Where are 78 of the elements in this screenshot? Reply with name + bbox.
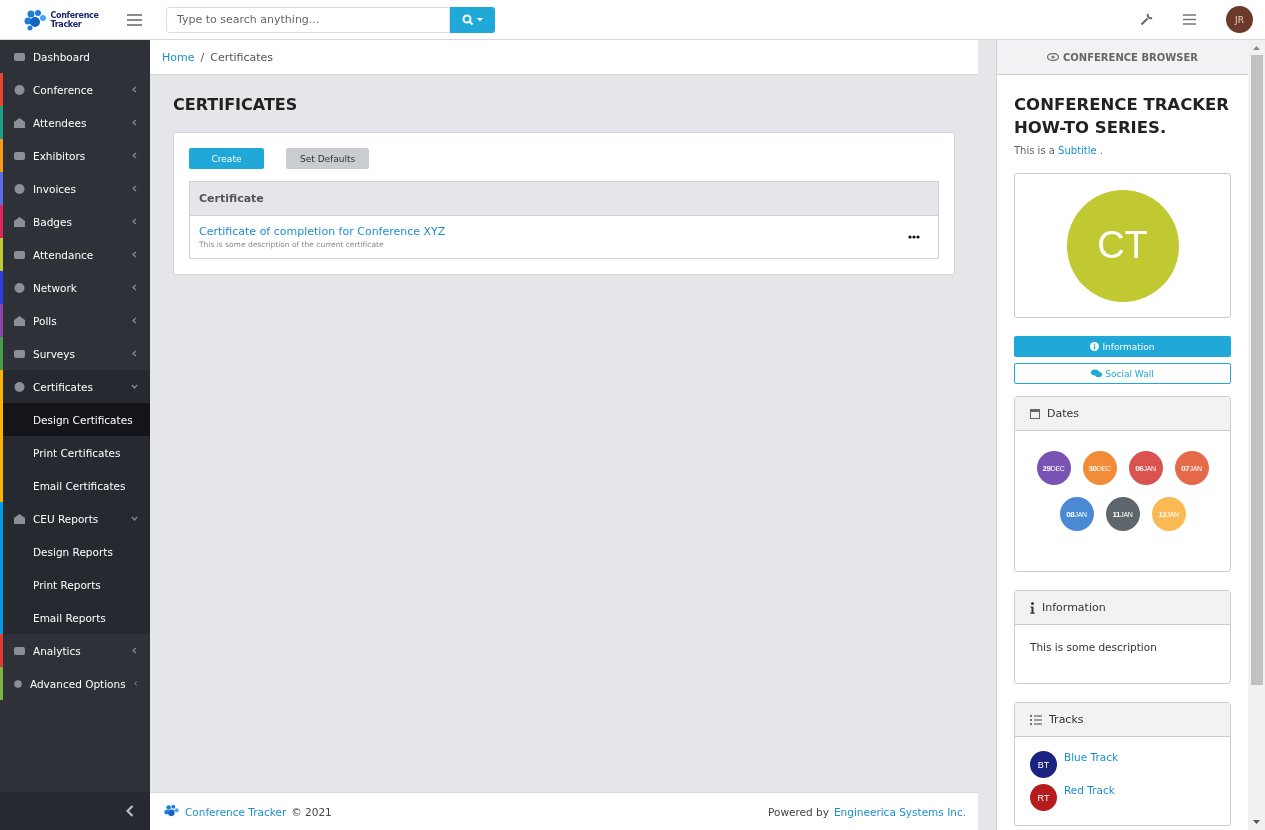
user-avatar[interactable]: JR (1226, 6, 1253, 33)
card-title: Tracks (1049, 713, 1084, 726)
chevron-icon (131, 86, 138, 93)
list-icon (1030, 714, 1042, 725)
scroll-down-icon[interactable] (1252, 819, 1261, 825)
calendar-icon (1030, 408, 1040, 419)
info-icon (1090, 342, 1100, 351)
logo-text: Conference (50, 10, 99, 20)
search-field[interactable]: Type to search anything... (166, 6, 450, 33)
column-header: Certificate (199, 192, 264, 205)
sidebar-subitem[interactable]: Email Certificates (3, 469, 150, 502)
sidebar-subitem[interactable]: Print Reports (3, 568, 150, 601)
page-title: CERTIFICATES (173, 95, 299, 114)
collapse-icon[interactable] (126, 805, 134, 817)
chevron-icon (132, 680, 138, 687)
search-button[interactable] (450, 6, 495, 33)
breadcrumb-link[interactable]: Home (162, 50, 195, 64)
sidebar-item[interactable]: Conference (3, 73, 150, 106)
logo-text: Tracker (50, 19, 83, 29)
chevron-icon (131, 218, 138, 225)
chevron-icon (131, 284, 138, 291)
eye-icon (1047, 53, 1059, 61)
sidebar-item[interactable]: Polls (3, 304, 150, 337)
sidebar-item[interactable]: Invoices (3, 172, 150, 205)
chevron-icon (131, 515, 138, 522)
breadcrumb-current: Certificates (210, 50, 274, 64)
footer-brand-link[interactable]: Conference Tracker (185, 805, 287, 818)
sidebar-item[interactable]: CEU Reports (3, 502, 150, 535)
information-text: This is some description (1029, 640, 1158, 655)
logo[interactable]: Conference Tracker (0, 8, 105, 31)
scrollbar[interactable] (1248, 40, 1265, 830)
sidebar-subitem[interactable]: Design Certificates (3, 403, 150, 436)
sidebar-item[interactable]: Attendance (3, 238, 150, 271)
sidebar-item[interactable]: Certificates (3, 370, 150, 403)
conference-title: CONFERENCE TRACKER HOW-TO SERIES. (1014, 94, 1230, 139)
breadcrumb-separator: / (200, 50, 205, 64)
chevron-icon (131, 152, 138, 159)
conference-subtitle: This is a Subtitle . (1014, 145, 1105, 156)
chevron-icon (131, 647, 138, 654)
card-title: Dates (1047, 407, 1080, 420)
logo-icon (24, 8, 49, 31)
sidebar-item[interactable]: Surveys (3, 337, 150, 370)
sidebar-subitem[interactable]: Print Certificates (3, 436, 150, 469)
scroll-up-icon[interactable] (1252, 45, 1261, 51)
copyright-text: © 2021 (291, 805, 332, 818)
wrench-icon[interactable] (1140, 13, 1153, 26)
chevron-icon (131, 350, 138, 357)
certificate-link[interactable]: Certificate of completion for Conference XYZ (199, 225, 908, 238)
sidebar-subitem[interactable]: Design Reports (3, 535, 150, 568)
search-icon (461, 13, 484, 26)
track-link[interactable]: Blue Track (1064, 751, 1119, 763)
panel-header: CONFERENCE BROWSER (1063, 51, 1198, 63)
track-avatar: RT (1030, 784, 1057, 811)
company-link[interactable]: Engineerica Systems Inc. (833, 805, 966, 818)
sidebar-item[interactable]: Advanced Options (3, 667, 150, 700)
sidebar-item[interactable]: Network (3, 271, 150, 304)
logo-icon (164, 804, 180, 819)
sidebar-item[interactable]: Attendees (3, 106, 150, 139)
sidebar-item[interactable]: Analytics (3, 634, 150, 667)
more-icon[interactable] (908, 235, 920, 239)
info-icon (1030, 601, 1035, 614)
sidebar-subitem[interactable]: Email Reports (3, 601, 150, 634)
menu-icon[interactable] (1183, 14, 1196, 25)
sidebar-item[interactable]: Badges (3, 205, 150, 238)
chevron-icon (131, 251, 138, 258)
menu-icon[interactable] (127, 13, 142, 26)
chevron-icon (131, 317, 138, 324)
sidebar-item[interactable]: Exhibitors (3, 139, 150, 172)
sidebar-item[interactable]: Dashboard (3, 40, 150, 73)
powered-by-text: Powered by (768, 805, 829, 818)
chevron-icon (131, 185, 138, 192)
track-link[interactable]: Red Track (1064, 784, 1115, 796)
defaults-button[interactable]: Set Defaults (286, 148, 370, 169)
chevron-icon (131, 119, 138, 126)
card-title: Information (1042, 601, 1106, 614)
chevron-icon (131, 383, 138, 390)
track-avatar: BT (1030, 751, 1057, 778)
conference-logo: CT (1066, 189, 1179, 302)
